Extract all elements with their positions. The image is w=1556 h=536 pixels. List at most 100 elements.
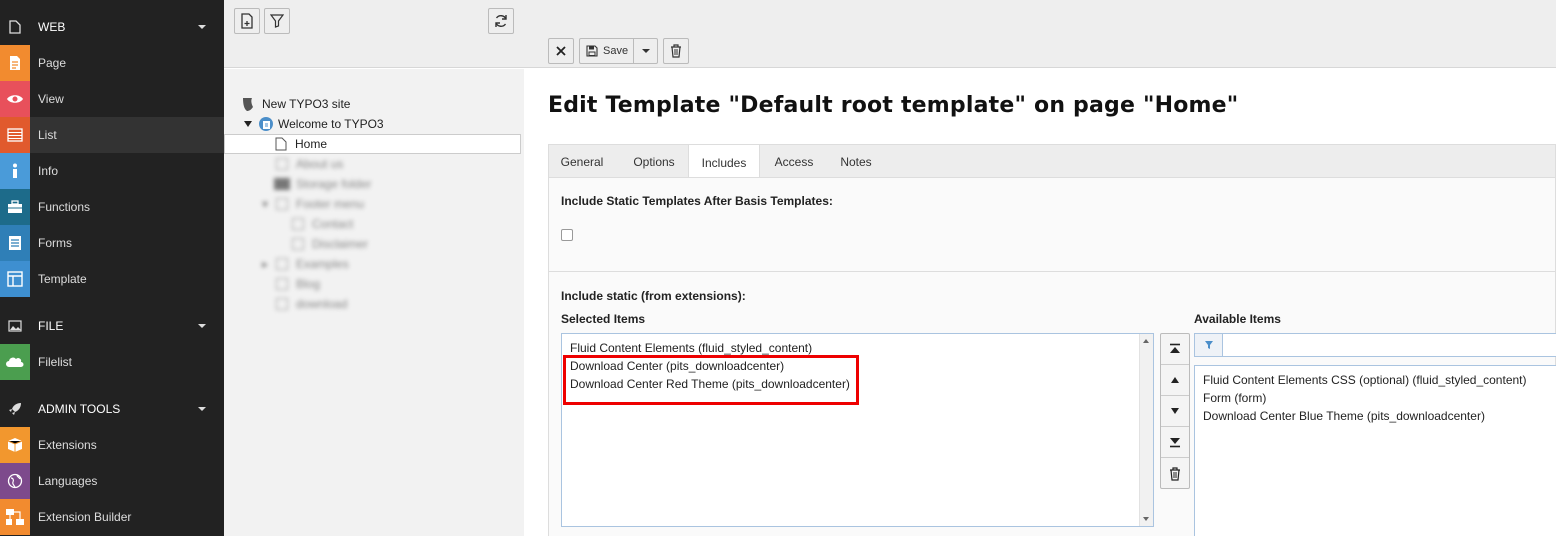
doc-header: Save <box>524 0 1556 68</box>
tab-options[interactable]: Options <box>619 145 689 179</box>
chevron-down-icon <box>244 121 252 127</box>
module-label: Languages <box>38 474 98 488</box>
chevron-down-icon <box>198 324 206 328</box>
tab-notes[interactable]: Notes <box>830 145 882 179</box>
tree-root[interactable]: New TYPO3 site <box>240 94 350 114</box>
tree-node-label: Welcome to TYPO3 <box>278 117 384 131</box>
filter-icon <box>1195 334 1223 356</box>
module-menu: WEB Page View List Info Functions Forms … <box>0 0 224 536</box>
tree-node[interactable]: Contact <box>292 214 353 234</box>
briefcase-icon <box>0 189 30 225</box>
module-view[interactable]: View <box>0 81 224 117</box>
module-label: Forms <box>38 236 72 250</box>
module-label: List <box>38 128 57 142</box>
tree-node-label: Home <box>295 137 328 151</box>
page-icon <box>275 137 287 151</box>
move-up-button[interactable] <box>1161 365 1189 396</box>
group-web[interactable]: WEB <box>0 9 224 45</box>
available-items-list[interactable]: Fluid Content Elements CSS (optional) (f… <box>1194 365 1556 536</box>
save-label: Save <box>603 45 629 57</box>
module-info[interactable]: Info <box>0 153 224 189</box>
tab-access[interactable]: Access <box>763 145 825 179</box>
tree-node[interactable]: About us <box>276 154 343 174</box>
new-page-button[interactable] <box>234 8 260 34</box>
group-admin-tools[interactable]: ADMIN TOOLS <box>0 391 224 427</box>
module-label: Page <box>38 56 67 70</box>
scroll-down-icon <box>1143 517 1149 521</box>
remove-item-button[interactable] <box>1161 458 1189 489</box>
extension-builder-icon <box>0 499 30 535</box>
save-dropdown-button[interactable] <box>633 38 658 64</box>
page-module-icon <box>0 45 30 81</box>
tree-site[interactable]: Welcome to TYPO3 <box>244 114 384 134</box>
module-forms[interactable]: Forms <box>0 225 224 261</box>
module-extension-builder[interactable]: Extension Builder <box>0 499 224 535</box>
module-label: Template <box>38 272 87 286</box>
trash-icon <box>1170 466 1180 481</box>
module-filelist[interactable]: Filelist <box>0 344 224 380</box>
tab-includes[interactable]: Includes <box>688 145 760 180</box>
chevron-down-icon <box>198 407 206 411</box>
content-area: Edit Template "Default root template" on… <box>524 69 1556 536</box>
move-to-bottom-button[interactable] <box>1161 427 1189 458</box>
list-icon <box>0 117 30 153</box>
save-button[interactable]: Save <box>579 38 634 64</box>
include-after-basis-checkbox[interactable] <box>561 229 573 241</box>
module-label: View <box>38 92 64 106</box>
template-icon <box>0 261 30 297</box>
chevron-down-icon <box>641 49 650 53</box>
info-icon <box>0 153 30 189</box>
move-down-button[interactable] <box>1161 396 1189 427</box>
filter-tree-button[interactable] <box>264 8 290 34</box>
typo3-icon <box>243 98 253 111</box>
move-down-icon <box>1171 408 1179 414</box>
delete-button[interactable] <box>663 38 689 64</box>
module-template[interactable]: Template <box>0 261 224 297</box>
module-extensions[interactable]: Extensions <box>0 427 224 463</box>
module-label: Info <box>38 164 59 178</box>
chevron-down-icon <box>198 25 206 29</box>
refresh-tree-button[interactable] <box>488 8 514 34</box>
selected-item[interactable]: Fluid Content Elements (fluid_styled_con… <box>570 341 812 355</box>
tree-node[interactable]: Storage folder <box>274 174 371 194</box>
highlight-box <box>563 355 859 405</box>
box-icon <box>0 427 30 463</box>
filter-icon <box>270 14 284 28</box>
after-basis-label: Include Static Templates After Basis Tem… <box>561 194 833 208</box>
tree-node[interactable]: download <box>276 294 347 314</box>
move-to-top-button[interactable] <box>1161 334 1189 365</box>
static-ext-label: Include static (from extensions): <box>561 289 746 303</box>
group-file[interactable]: FILE <box>0 308 224 344</box>
image-icon <box>0 308 30 344</box>
filter-input[interactable] <box>1224 334 1554 356</box>
scrollbar[interactable] <box>1139 334 1153 526</box>
module-label: Extensions <box>38 438 97 452</box>
module-list[interactable]: List <box>0 117 224 153</box>
tree-node-home[interactable]: Home <box>224 134 521 154</box>
module-page[interactable]: Page <box>0 45 224 81</box>
scroll-up-icon <box>1143 339 1149 343</box>
tree-node-label: New TYPO3 site <box>262 97 351 111</box>
tree-node[interactable]: Disclaimer <box>292 234 368 254</box>
close-icon <box>556 46 566 56</box>
module-functions[interactable]: Functions <box>0 189 224 225</box>
close-button[interactable] <box>548 38 574 64</box>
tab-general[interactable]: General <box>549 145 615 179</box>
tree-node[interactable]: ▾ Footer menu <box>262 194 364 214</box>
available-item[interactable]: Download Center Blue Theme (pits_downloa… <box>1203 409 1485 423</box>
item-move-buttons <box>1160 333 1190 489</box>
available-item[interactable]: Fluid Content Elements CSS (optional) (f… <box>1203 373 1527 387</box>
page-tree: New TYPO3 site Welcome to TYPO3 Home Abo… <box>224 69 524 536</box>
available-items-label: Available Items <box>1194 312 1281 326</box>
tree-node[interactable]: ▸ Examples <box>262 254 349 274</box>
module-languages[interactable]: Languages <box>0 463 224 499</box>
available-item[interactable]: Form (form) <box>1203 391 1266 405</box>
move-bottom-icon <box>1170 438 1180 448</box>
form-icon <box>0 225 30 261</box>
module-label: Extension Builder <box>38 510 132 524</box>
tree-node[interactable]: Blog <box>276 274 320 294</box>
group-label: WEB <box>38 20 66 34</box>
globe-icon <box>0 463 30 499</box>
refresh-icon <box>495 15 507 27</box>
eye-icon <box>0 81 30 117</box>
